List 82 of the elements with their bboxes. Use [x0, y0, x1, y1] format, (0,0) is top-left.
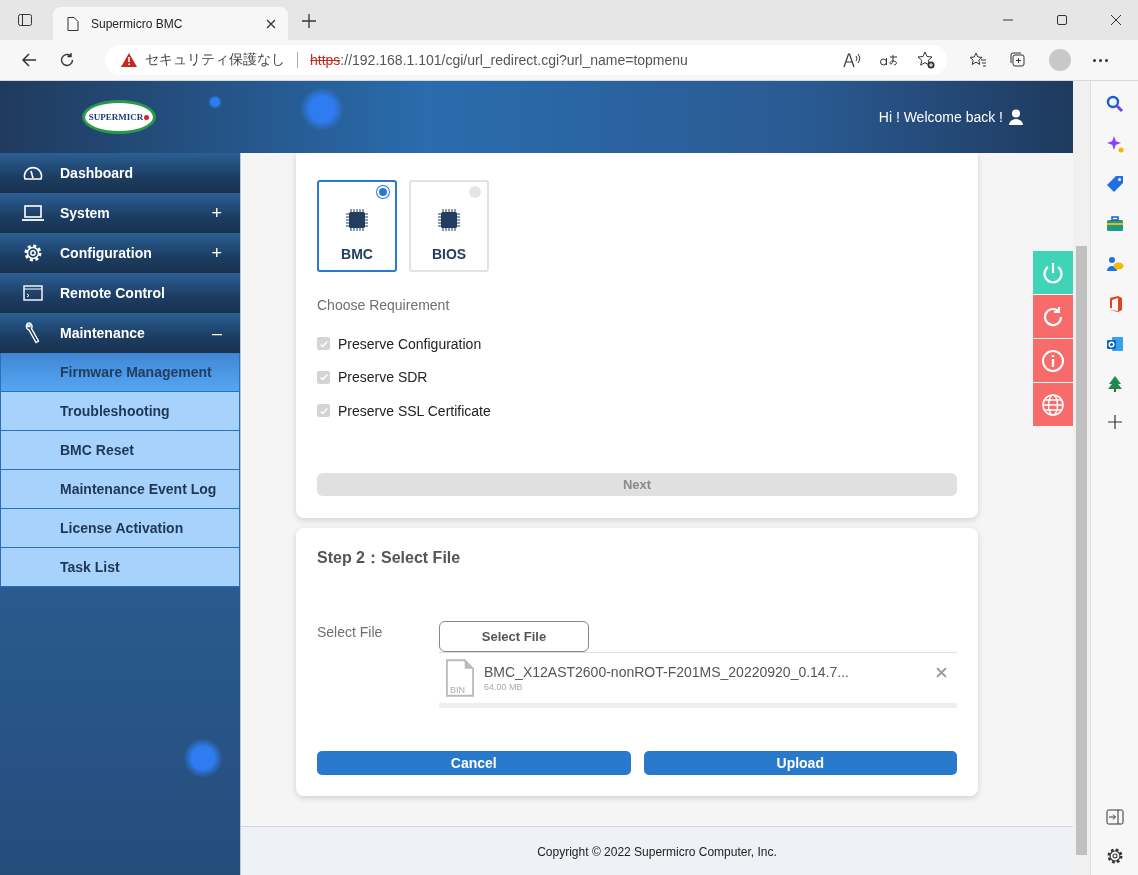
- toolbox-icon[interactable]: [1105, 215, 1124, 233]
- nav-item[interactable]: Remote Control: [0, 273, 240, 313]
- globe-icon: [1041, 392, 1065, 417]
- quick-action-button[interactable]: [1033, 383, 1073, 426]
- firmware-target-option[interactable]: BMC: [317, 180, 397, 272]
- laptop-icon: [22, 205, 44, 221]
- tab-actions-icon[interactable]: [17, 12, 33, 28]
- expander-toggle[interactable]: –: [212, 322, 222, 344]
- browser-tab[interactable]: Supermicro BMC: [53, 7, 288, 40]
- console-window-icon: [22, 285, 44, 301]
- expander-toggle[interactable]: +: [211, 202, 222, 224]
- light-dot: [208, 95, 222, 109]
- settings-icon[interactable]: [1105, 847, 1124, 865]
- gauge-icon: [22, 164, 44, 182]
- more-menu-icon[interactable]: [1093, 58, 1108, 62]
- read-aloud-icon[interactable]: [843, 52, 861, 68]
- firmware-target-option[interactable]: BIOS: [409, 180, 489, 272]
- upload-button[interactable]: Upload: [643, 750, 957, 775]
- nav-subitem[interactable]: Troubleshooting: [0, 392, 240, 431]
- expander-toggle[interactable]: +: [211, 242, 222, 264]
- supermicro-logo[interactable]: SUPERMICR: [82, 100, 156, 134]
- nav-subitem[interactable]: Task List: [0, 548, 240, 587]
- address-field[interactable]: セキュリティ保護なし https://192.168.1.101/cgi/url_redirect.cgi?url_name=topmenu: [105, 45, 947, 75]
- new-tab-icon[interactable]: [302, 14, 316, 28]
- settings-icon: [22, 243, 44, 263]
- search-icon[interactable]: [1105, 95, 1124, 113]
- translate-icon[interactable]: [879, 53, 899, 67]
- nav-item[interactable]: Dashboard: [0, 153, 240, 193]
- field-label: Select File: [317, 622, 384, 642]
- light-dot: [183, 738, 223, 778]
- back-icon[interactable]: [21, 52, 37, 68]
- file-type-label: BIN: [450, 684, 465, 695]
- favorites-icon[interactable]: [969, 51, 987, 69]
- chip-icon: [345, 208, 369, 232]
- nav-subitem[interactable]: Firmware Management: [0, 353, 240, 392]
- remove-icon[interactable]: [936, 666, 947, 678]
- chip-icon: [437, 208, 461, 232]
- tab-title: Supermicro BMC: [91, 16, 184, 31]
- sparkle-icon[interactable]: [1105, 135, 1124, 153]
- security-warning: セキュリティ保護なし: [145, 51, 285, 69]
- user-icon[interactable]: [1009, 109, 1023, 125]
- file-icon: [446, 658, 474, 697]
- file-size: 64.00 MB: [484, 681, 524, 692]
- close-icon[interactable]: [266, 18, 276, 29]
- checkbox-label: Preserve Configuration: [338, 335, 482, 352]
- quick-action-button[interactable]: [1033, 339, 1073, 382]
- power-icon: [1041, 260, 1065, 285]
- sidebar-toggle-icon[interactable]: [1105, 809, 1124, 825]
- close-icon[interactable]: [1111, 15, 1121, 25]
- checkbox-label: Preserve SDR: [338, 369, 428, 386]
- tree-icon[interactable]: [1105, 375, 1124, 393]
- nav-item[interactable]: Maintenance –: [0, 313, 240, 353]
- add-favorite-icon[interactable]: [917, 51, 935, 69]
- step-title: Step 2：Select File: [317, 547, 462, 568]
- warning-icon: [121, 53, 137, 67]
- file-name: BMC_X12AST2600-nonROT-F201MS_20220920_0.14.7...: [484, 663, 850, 680]
- select-file-button[interactable]: Select File: [439, 620, 589, 652]
- copyright-text: Copyright © 2022 Supermicro Computer, Inc.: [537, 845, 777, 859]
- nav-subitem[interactable]: License Activation: [0, 509, 240, 548]
- refresh-icon[interactable]: [59, 52, 75, 68]
- nav-item[interactable]: System +: [0, 193, 240, 233]
- cancel-button[interactable]: Cancel: [317, 750, 631, 775]
- mail-icon[interactable]: [1105, 335, 1124, 353]
- checkbox-label: Preserve SSL Certificate: [338, 402, 491, 419]
- light-dot: [300, 87, 344, 131]
- welcome-text: Hi ! Welcome back !: [878, 109, 1003, 125]
- add-icon[interactable]: [1107, 415, 1122, 429]
- nav-subitem[interactable]: Maintenance Event Log: [0, 470, 240, 509]
- refresh-icon: [1041, 304, 1065, 329]
- quick-action-button[interactable]: [1033, 295, 1073, 338]
- url-text: https://192.168.1.101/cgi/url_redirect.cgi?url_name=topmenu: [310, 52, 688, 68]
- tag-icon[interactable]: [1105, 175, 1124, 193]
- scrollbar[interactable]: [1073, 81, 1090, 875]
- radio-indicator: [377, 186, 389, 198]
- requirement-label: Choose Requirement: [317, 297, 451, 313]
- nav-item[interactable]: Configuration +: [0, 233, 240, 273]
- info-icon: [1041, 348, 1065, 373]
- page-icon: [67, 16, 79, 31]
- collections-icon[interactable]: [1009, 51, 1027, 69]
- radio-indicator: [469, 186, 481, 198]
- nav-subitem[interactable]: BMC Reset: [0, 431, 240, 470]
- maximize-icon[interactable]: [1057, 15, 1067, 25]
